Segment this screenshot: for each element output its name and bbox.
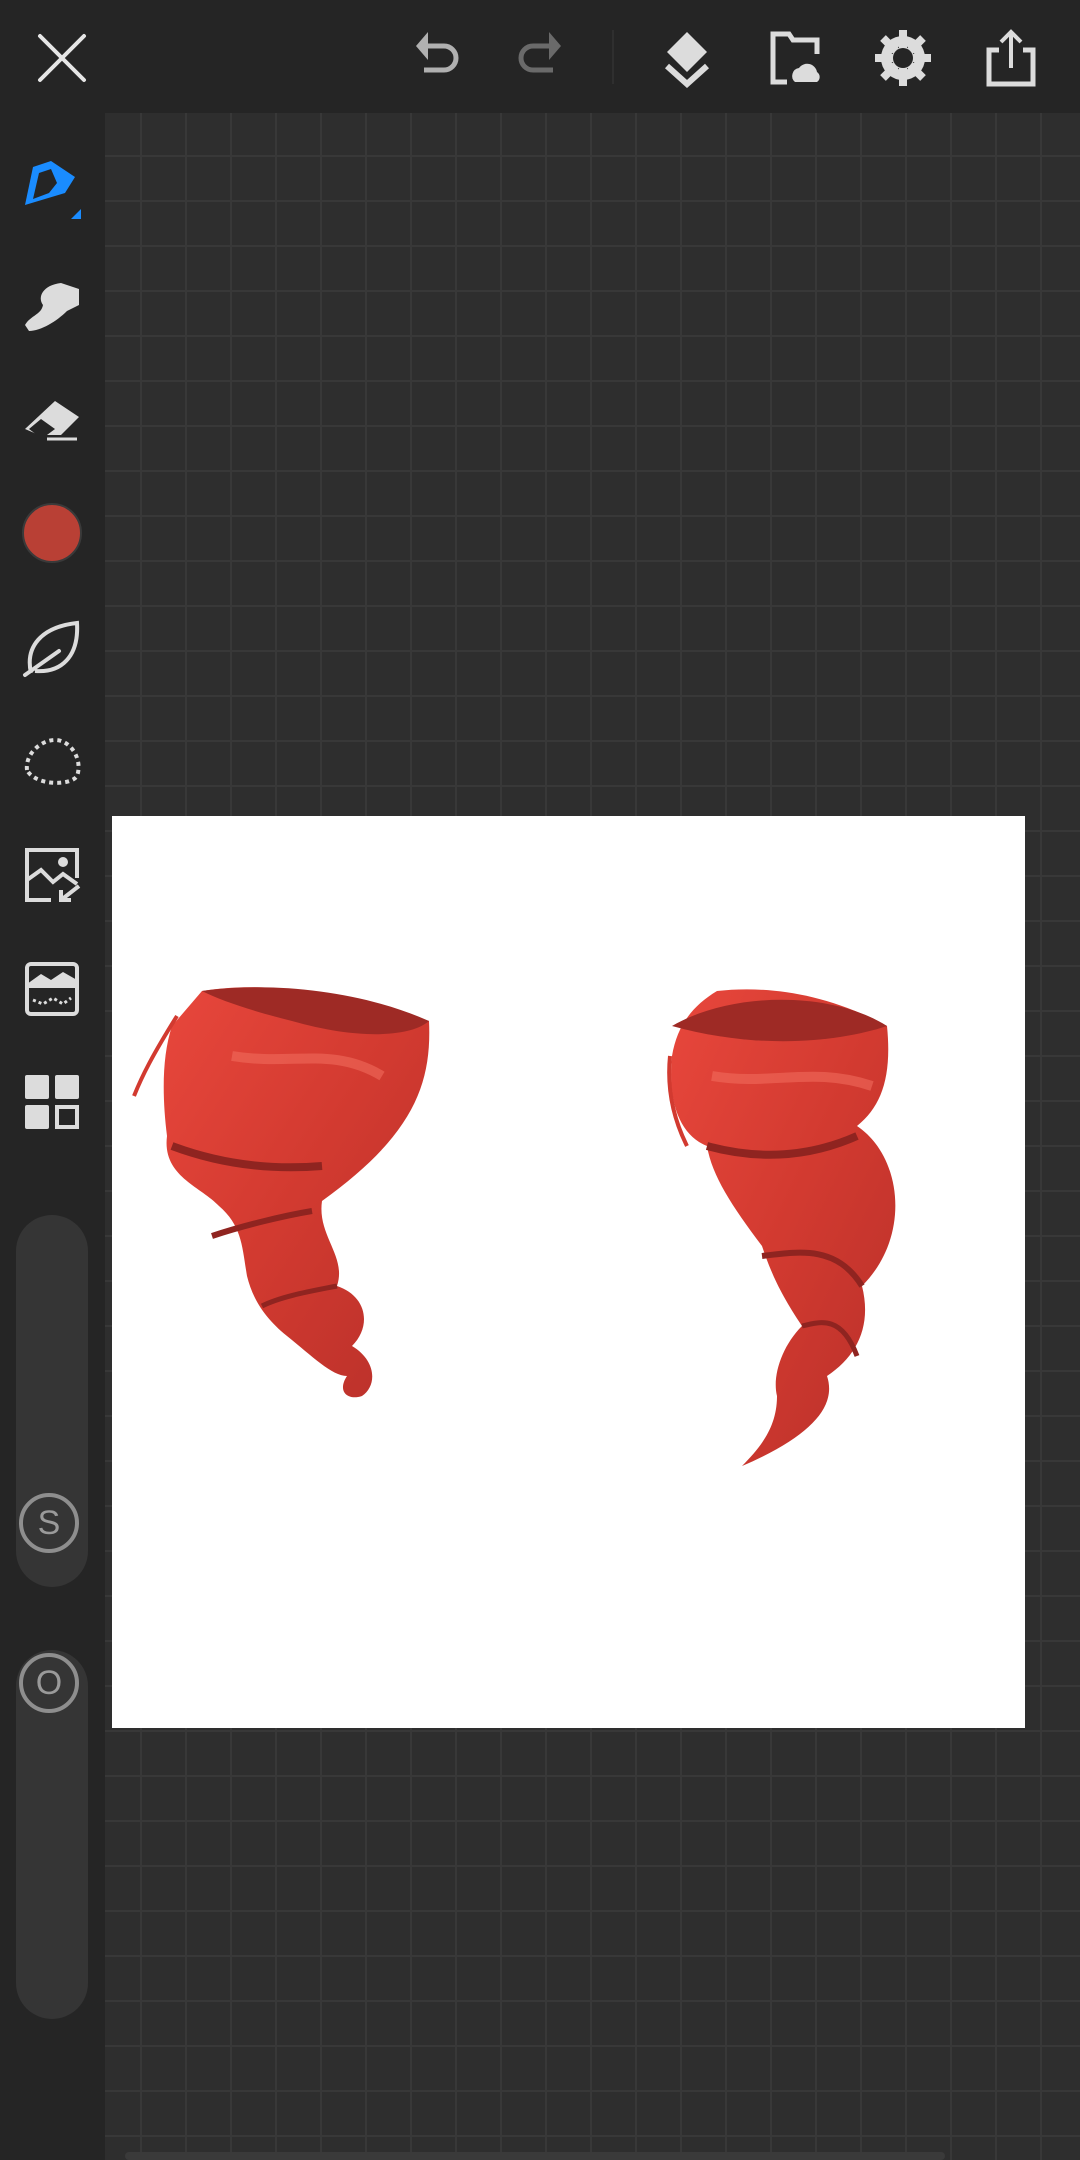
- share-icon: [986, 29, 1036, 87]
- settings-button[interactable]: [871, 26, 935, 90]
- grid-panels-icon: [25, 1075, 79, 1129]
- toolbar-divider: [612, 30, 614, 84]
- lasso-icon: [24, 737, 81, 785]
- close-icon: [38, 34, 86, 82]
- tool-sidebar: S O: [0, 113, 105, 2160]
- opacity-button[interactable]: O: [19, 1653, 79, 1713]
- brush-tool[interactable]: [20, 158, 84, 222]
- undo-button[interactable]: [408, 26, 472, 90]
- color-swatch: [22, 503, 82, 563]
- selection-tool[interactable]: [20, 729, 84, 793]
- layers-icon: [664, 32, 710, 88]
- color-picker[interactable]: [20, 501, 84, 565]
- horizontal-scrollbar[interactable]: [125, 2152, 945, 2160]
- layers-button[interactable]: [655, 26, 719, 90]
- share-button[interactable]: [979, 26, 1043, 90]
- undo-icon: [416, 32, 459, 73]
- top-toolbar: [0, 0, 1080, 113]
- leaf-icon: [23, 620, 80, 677]
- drawing-canvas[interactable]: [112, 816, 1025, 1728]
- adjust-icon: [25, 962, 79, 1016]
- right-pigtail: [667, 989, 896, 1466]
- gallery-button[interactable]: [763, 26, 827, 90]
- left-pigtail: [132, 987, 430, 1398]
- artwork: [132, 987, 896, 1466]
- brush-icon: [25, 161, 81, 219]
- eraser-icon: [25, 401, 79, 441]
- gear-icon: [875, 30, 931, 86]
- panels-tool[interactable]: [20, 1070, 84, 1134]
- redo-button[interactable]: [505, 26, 569, 90]
- redo-icon: [518, 32, 561, 73]
- smudge-tool[interactable]: [20, 274, 84, 338]
- liquify-tool[interactable]: [20, 616, 84, 680]
- folder-cloud-icon: [770, 31, 820, 85]
- adjustments-tool[interactable]: [20, 957, 84, 1021]
- size-button[interactable]: S: [19, 1493, 79, 1553]
- close-button[interactable]: [30, 26, 94, 90]
- import-image-tool[interactable]: [20, 843, 84, 907]
- image-import-icon: [25, 848, 81, 902]
- eraser-tool[interactable]: [20, 388, 84, 452]
- smudge-icon: [25, 283, 79, 331]
